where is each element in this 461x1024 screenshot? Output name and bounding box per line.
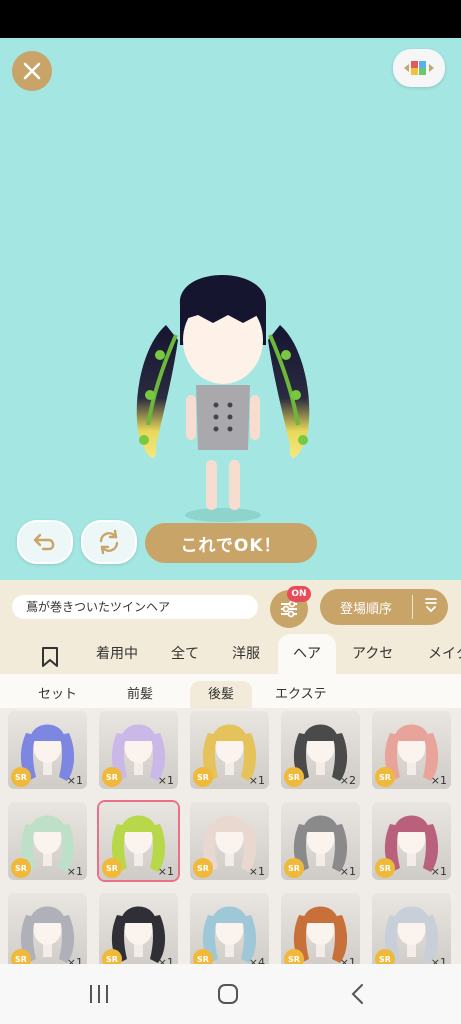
hair-item-card[interactable]: SR ×1 bbox=[190, 711, 269, 789]
item-quantity: ×1 bbox=[157, 774, 174, 787]
undo-button[interactable] bbox=[17, 520, 73, 564]
item-quantity: ×1 bbox=[430, 865, 447, 878]
home-icon[interactable] bbox=[213, 980, 243, 1008]
item-quantity: ×4 bbox=[248, 956, 265, 964]
rarity-badge: SR bbox=[193, 858, 213, 878]
hair-item-card[interactable]: SR ×1 bbox=[8, 802, 87, 880]
rarity-badge: SR bbox=[375, 858, 395, 878]
hair-item-card[interactable]: SR ×1 bbox=[372, 711, 451, 789]
filter-on-badge: ON bbox=[287, 586, 311, 602]
item-quantity: ×1 bbox=[339, 956, 356, 964]
undo-icon bbox=[33, 533, 55, 551]
hair-item-card[interactable]: SR ×1 bbox=[99, 893, 178, 964]
tab-all[interactable]: 全て bbox=[171, 634, 199, 674]
rarity-badge: SR bbox=[11, 767, 31, 787]
item-quantity: ×1 bbox=[430, 774, 447, 787]
hair-item-card[interactable]: SR ×1 bbox=[281, 802, 360, 880]
hair-item-card[interactable]: SR ×1 bbox=[8, 893, 87, 964]
hair-item-card[interactable]: SR ×1 bbox=[190, 802, 269, 880]
item-grid: SR ×1 SR ×1 SR ×1 SR ×2 SR ×1 SR ×1 SR ×1 SR ×1 SR ×1 SR ×1… bbox=[0, 708, 461, 964]
rarity-badge: SR bbox=[11, 949, 31, 964]
rarity-badge: SR bbox=[11, 858, 31, 878]
tab-wearing[interactable]: 着用中 bbox=[96, 634, 138, 674]
recent-apps-icon[interactable] bbox=[84, 980, 114, 1008]
rarity-badge: SR bbox=[193, 767, 213, 787]
rarity-badge: SR bbox=[375, 767, 395, 787]
tab-accessories[interactable]: アクセ bbox=[352, 634, 393, 674]
rarity-badge: SR bbox=[284, 767, 304, 787]
tab-clothes[interactable]: 洋服 bbox=[232, 634, 260, 674]
tab-makeup[interactable]: メイク bbox=[428, 634, 461, 674]
close-icon bbox=[23, 62, 41, 80]
item-quantity: ×1 bbox=[430, 956, 447, 964]
confirm-ok-button[interactable]: これでOK！ bbox=[145, 523, 317, 563]
system-navbar bbox=[0, 964, 461, 1024]
tab-hair[interactable]: ヘア bbox=[278, 634, 336, 674]
hair-item-card[interactable]: SR ×1 bbox=[99, 802, 178, 880]
hair-item-card[interactable]: SR ×1 bbox=[372, 802, 451, 880]
category-tabs: 着用中 全て 洋服 ヘア アクセ メイク bbox=[0, 634, 461, 674]
item-quantity: ×1 bbox=[66, 865, 83, 878]
hair-item-card[interactable]: SR ×2 bbox=[281, 711, 360, 789]
rotate-button[interactable] bbox=[81, 520, 137, 564]
hair-item-card[interactable]: SR ×1 bbox=[99, 711, 178, 789]
rarity-badge: SR bbox=[102, 767, 122, 787]
hair-item-card[interactable]: SR ×4 bbox=[190, 893, 269, 964]
item-quantity: ×2 bbox=[339, 774, 356, 787]
palette-button[interactable] bbox=[393, 49, 445, 87]
rarity-badge: SR bbox=[375, 949, 395, 964]
sort-order-button[interactable]: 登場順序 bbox=[320, 589, 448, 625]
avatar-figure bbox=[136, 275, 310, 522]
sort-icon[interactable] bbox=[413, 597, 448, 617]
rotate-icon bbox=[99, 529, 119, 555]
subtab-back-hair[interactable]: 後髪 bbox=[190, 681, 253, 708]
rarity-badge: SR bbox=[193, 949, 213, 964]
hair-item-card[interactable]: SR ×1 bbox=[8, 711, 87, 789]
item-quantity: ×1 bbox=[339, 865, 356, 878]
subtab-extensions[interactable]: エクステ bbox=[275, 681, 327, 708]
hair-item-card[interactable]: SR ×1 bbox=[281, 893, 360, 964]
item-quantity: ×1 bbox=[157, 865, 174, 878]
item-quantity: ×1 bbox=[157, 956, 174, 964]
filter-icon bbox=[281, 600, 297, 618]
item-quantity: ×1 bbox=[248, 865, 265, 878]
tab-bookmark[interactable] bbox=[40, 644, 60, 667]
selected-item-name: 蔦が巻きついたツインヘア bbox=[12, 595, 258, 619]
hair-subtabs: セット 前髪 後髪 エクステ bbox=[0, 674, 461, 708]
item-quantity: ×1 bbox=[66, 774, 83, 787]
back-icon[interactable] bbox=[343, 980, 373, 1008]
hair-item-card[interactable]: SR ×1 bbox=[372, 893, 451, 964]
item-quantity: ×1 bbox=[66, 956, 83, 964]
rarity-badge: SR bbox=[102, 858, 122, 878]
bookmark-icon bbox=[42, 647, 58, 667]
item-quantity: ×1 bbox=[248, 774, 265, 787]
palette-icon bbox=[404, 61, 434, 75]
close-button[interactable] bbox=[12, 51, 52, 91]
subtab-bangs[interactable]: 前髪 bbox=[127, 681, 153, 708]
sort-order-label: 登場順序 bbox=[339, 601, 392, 617]
rarity-badge: SR bbox=[284, 858, 304, 878]
rarity-badge: SR bbox=[284, 949, 304, 964]
subtab-set[interactable]: セット bbox=[38, 681, 77, 708]
status-bar bbox=[0, 0, 461, 38]
rarity-badge: SR bbox=[102, 949, 122, 964]
